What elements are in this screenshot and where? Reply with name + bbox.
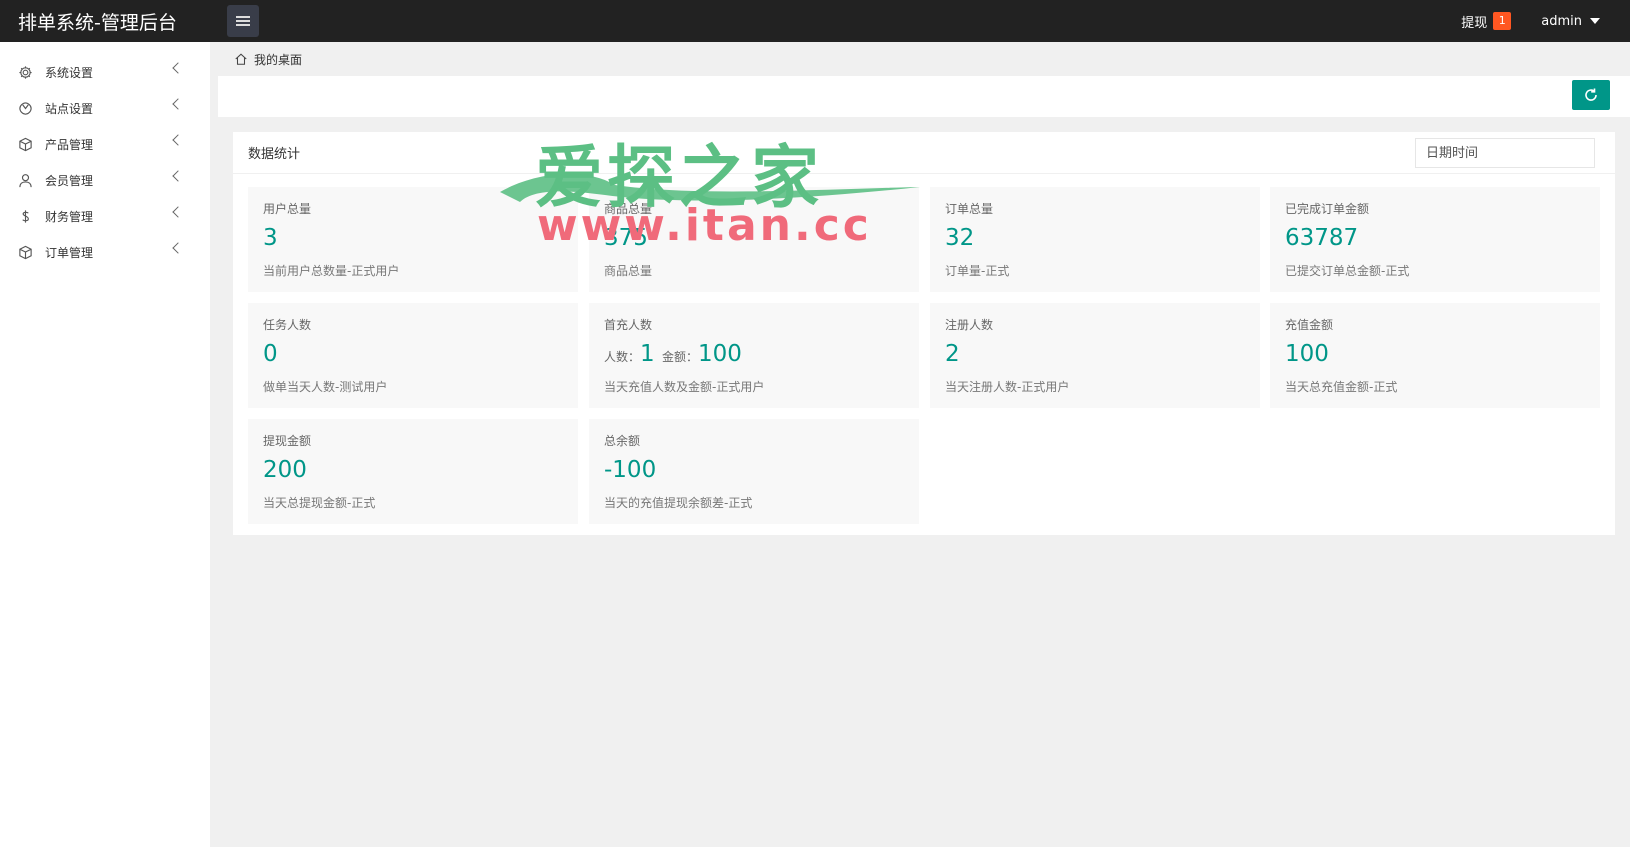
- stat-title: 商品总量: [604, 202, 653, 216]
- stat-desc: 商品总量: [604, 264, 653, 278]
- sidebar-item-site-settings[interactable]: 站点设置: [0, 90, 210, 126]
- stat-value: 63787: [1285, 225, 1359, 251]
- menu-toggle-button[interactable]: [227, 5, 259, 37]
- user-menu[interactable]: admin: [1541, 14, 1600, 29]
- stat-value: 100: [1285, 341, 1329, 367]
- chevron-left-icon: [172, 170, 184, 182]
- toolbar: [218, 76, 1630, 117]
- stat-desc: 当天总充值金额-正式: [1285, 380, 1398, 394]
- chevron-left-icon: [172, 62, 184, 74]
- sidebar-item-finance[interactable]: 财务管理: [0, 198, 210, 234]
- withdraw-link[interactable]: 提现 1: [1461, 12, 1512, 31]
- stat-desc: 当天的充值提现余额差-正式: [604, 496, 753, 510]
- stat-card-order-total: 订单总量 32 订单量-正式: [930, 187, 1260, 292]
- stat-card-product-total: 商品总量 375 商品总量: [589, 187, 919, 292]
- sidebar-item-members[interactable]: 会员管理: [0, 162, 210, 198]
- stat-card-registrations: 注册人数 2 当天注册人数-正式用户: [930, 303, 1260, 408]
- stat-card-task-people: 任务人数 0 做单当天人数-测试用户: [248, 303, 578, 408]
- home-icon[interactable]: [234, 52, 248, 66]
- people-count: 1: [640, 341, 655, 367]
- chevron-left-icon: [172, 98, 184, 110]
- stat-value: 0: [263, 341, 278, 367]
- stat-title: 总余额: [604, 434, 641, 448]
- stat-title: 充值金额: [1285, 318, 1334, 332]
- withdraw-label: 提现: [1461, 15, 1488, 31]
- stat-desc: 当天注册人数-正式用户: [945, 380, 1070, 394]
- amount-label: 金额：: [661, 350, 698, 364]
- sidebar-item-label: 会员管理: [45, 173, 94, 188]
- stat-desc: 订单量-正式: [945, 264, 1010, 278]
- stat-desc: 当前用户总数量-正式用户: [263, 264, 400, 278]
- stat-value: 人数：1 金额：100: [604, 341, 742, 367]
- stat-title: 订单总量: [945, 202, 994, 216]
- chevron-left-icon: [172, 206, 184, 218]
- stat-card-total-balance: 总余额 -100 当天的充值提现余额差-正式: [589, 419, 919, 524]
- amount-value: 100: [697, 341, 742, 367]
- stat-value: 32: [945, 225, 975, 251]
- stat-card-user-total: 用户总量 3 当前用户总数量-正式用户: [248, 187, 578, 292]
- stat-desc: 已提交订单总金额-正式: [1285, 264, 1410, 278]
- sidebar-item-label: 订单管理: [45, 245, 94, 260]
- sidebar: 系统设置 站点设置 产品管理 会员管理 财务管理 订单管理: [0, 42, 210, 847]
- header-right: 提现 1 admin: [1461, 0, 1630, 42]
- refresh-icon: [1585, 88, 1597, 101]
- box-icon: [17, 244, 33, 260]
- breadcrumb-home[interactable]: 我的桌面: [254, 51, 302, 68]
- sidebar-item-label: 产品管理: [45, 137, 94, 152]
- sidebar-item-orders[interactable]: 订单管理: [0, 234, 210, 270]
- sidebar-item-products[interactable]: 产品管理: [0, 126, 210, 162]
- stat-title: 已完成订单金额: [1285, 202, 1370, 216]
- stat-card-recharge-amount: 充值金额 100 当天总充值金额-正式: [1270, 303, 1600, 408]
- dollar-icon: [17, 208, 33, 224]
- sidebar-item-label: 系统设置: [45, 65, 94, 80]
- sidebar-item-label: 站点设置: [45, 101, 94, 116]
- user-icon: [17, 172, 33, 188]
- stat-title: 任务人数: [263, 318, 312, 332]
- stat-title: 提现金额: [263, 434, 312, 448]
- breadcrumb: 我的桌面: [218, 42, 1630, 76]
- stat-title: 用户总量: [263, 202, 312, 216]
- stats-panel: 数据统计 用户总量 3 当前用户总数量-正式用户 商品总量 375 商品总量 订…: [233, 132, 1615, 535]
- app-title: 排单系统-管理后台: [18, 11, 177, 34]
- date-time-input[interactable]: [1415, 138, 1595, 168]
- people-label: 人数：: [604, 350, 641, 364]
- gear-icon: [17, 64, 33, 80]
- withdraw-badge: 1: [1493, 12, 1512, 30]
- user-name: admin: [1541, 13, 1582, 29]
- chevron-left-icon: [172, 242, 184, 254]
- stat-value: 3: [263, 225, 278, 251]
- refresh-button[interactable]: [1572, 80, 1610, 110]
- panel-title: 数据统计: [248, 147, 301, 162]
- stat-title: 注册人数: [945, 318, 994, 332]
- stat-card-completed-amount: 已完成订单金额 63787 已提交订单总金额-正式: [1270, 187, 1600, 292]
- stat-desc: 做单当天人数-测试用户: [263, 380, 388, 394]
- chevron-left-icon: [172, 134, 184, 146]
- stat-value: -100: [604, 457, 657, 483]
- stat-value: 200: [263, 457, 307, 483]
- site-icon: [17, 100, 33, 116]
- caret-down-icon: [1590, 18, 1600, 24]
- hamburger-icon: [236, 16, 250, 26]
- stat-title: 首充人数: [604, 318, 653, 332]
- top-header: 排单系统-管理后台 提现 1 admin: [0, 0, 1630, 42]
- sidebar-item-system-settings[interactable]: 系统设置: [0, 54, 210, 90]
- stat-card-first-recharge: 首充人数 人数：1 金额：100 当天充值人数及金额-正式用户: [589, 303, 919, 408]
- stat-value: 375: [604, 225, 648, 251]
- stat-card-withdraw-amount: 提现金额 200 当天总提现金额-正式: [248, 419, 578, 524]
- panel-header: 数据统计: [233, 132, 1615, 174]
- sidebar-item-label: 财务管理: [45, 209, 94, 224]
- stat-desc: 当天总提现金额-正式: [263, 496, 376, 510]
- box-icon: [17, 136, 33, 152]
- stat-desc: 当天充值人数及金额-正式用户: [604, 380, 765, 394]
- stat-value: 2: [945, 341, 960, 367]
